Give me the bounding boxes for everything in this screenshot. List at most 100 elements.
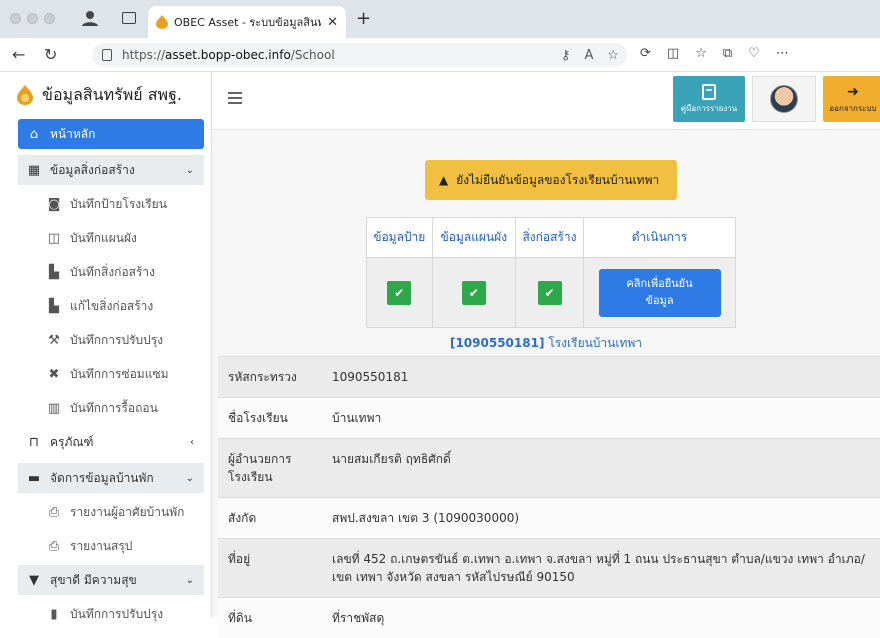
browser-tab-active[interactable]: OBEC Asset - ระบบข้อมูลสินทรัพ ✕ [148,6,346,38]
info-value: ที่ราชพัสดุ [322,598,880,638]
info-key: สังกัด [218,498,322,539]
sidebar-item-label: แก้ไขสิ่งก่อสร้าง [70,297,153,316]
tools-icon: ✖ [46,367,62,382]
sidebar-item-label: จัดการข้อมูลบ้านพัก [50,469,154,488]
maximize-window-button[interactable] [44,13,55,24]
table-row: ชื่อโรงเรียน บ้านเทพา [218,398,880,439]
school-info-table: รหัสกระทรวง 1090550181 ชื่อโรงเรียน บ้าน… [218,356,880,638]
address-bar[interactable]: https://asset.bopp-obec.info/School ⚷ A … [92,43,627,67]
collections-icon[interactable]: ⧉ [723,46,732,61]
chevron-down-icon: ⌄ [186,473,194,484]
info-key: ที่อยู่ [218,539,322,598]
sidebar-item-repair[interactable]: ✖ บันทึกการซ่อมแซม [38,359,204,389]
camera-icon: ◙ [46,197,62,212]
sidebar-item-label: ข้อมูลสิ่งก่อสร้าง [50,161,135,180]
chair-icon: ⊓ [26,435,42,450]
sidebar-item-toilet-improvement[interactable]: ▮ บันทึกการปรับปรุง [38,599,204,629]
sidebar-item-resident-report[interactable]: ⎙ รายงานผู้อาศัยบ้านพัก [38,497,204,527]
building-data-check-icon[interactable]: ✔ [538,281,562,305]
sidebar-item-equipment[interactable]: ⊓ ครุภัณฑ์ ‹ [18,427,204,457]
map-icon: ◫ [46,231,62,246]
new-tab-button[interactable]: + [356,8,371,29]
table-row: สังกัด สพป.สงขลา เขต 3 (1090030000) [218,498,880,539]
sidebar-item-label: ครุภัณฑ์ [50,433,93,452]
school-caption-name: โรงเรียนบ้านเทพา [548,336,642,350]
tab-title: OBEC Asset - ระบบข้อมูลสินทรัพ [174,13,321,31]
tab-actions-icon[interactable] [122,12,136,24]
tab-close-icon[interactable]: ✕ [327,15,338,30]
extensions-icon[interactable]: ♡ [748,46,760,61]
table-row: ที่ดิน ที่ราชพัสดุ [218,598,880,638]
info-key: ที่ดิน [218,598,322,638]
hamburger-menu-icon[interactable] [228,92,242,107]
info-value: นายสมเกียรติ ฤทธิศักดิ์ [322,439,880,498]
info-value: บ้านเทพา [322,398,880,439]
reload-icon[interactable]: ↻ [44,45,57,64]
avatar [770,85,798,113]
info-key: รหัสกระทรวง [218,357,322,398]
sidebar-item-record-building[interactable]: ▙ บันทึกสิ่งก่อสร้าง [38,257,204,287]
sidebar-item-housing[interactable]: ▬ จัดการข้อมูลบ้านพัก ⌄ [18,463,204,493]
sidebar-item-buildings[interactable]: ▦ ข้อมูลสิ่งก่อสร้าง ⌄ [18,155,204,185]
site-favicon-icon [156,15,168,29]
user-profile-button[interactable] [752,76,816,122]
sidebar-item-label: รายงานผู้อาศัยบ้านพัก [70,503,184,522]
sidebar-item-label: บันทึกป้ายโรงเรียน [70,195,167,214]
sidebar-item-label: รายงานสรุป [70,537,132,556]
close-window-button[interactable] [10,13,21,24]
sidebar-item-demolition[interactable]: ▥ บันทึกการรื้อถอน [38,393,204,423]
sidebar-item-school-sign[interactable]: ◙ บันทึกป้ายโรงเรียน [38,189,204,219]
info-value: 1090550181 [322,357,880,398]
chevron-left-icon: ‹ [190,437,194,448]
brand[interactable]: ข้อมูลสินทรัพย์ สพฐ. [0,72,211,118]
url-prefix: https:// [122,48,165,62]
sidebar-item-label: บันทึกการรื้อถอน [70,399,158,418]
info-key: ชื่อโรงเรียน [218,398,322,439]
sidebar-item-layout-plan[interactable]: ◫ บันทึกแผนผัง [38,223,204,253]
key-icon[interactable]: ⚷ [561,48,571,63]
sidebar-item-home[interactable]: ⌂ หน้าหลัก [18,119,204,149]
confirm-data-button[interactable]: คลิกเพื่อยืนยัน ข้อมูล [599,269,721,317]
hammer-icon: ⚒ [46,333,62,348]
split-screen-icon[interactable]: ◫ [667,46,679,61]
more-menu-icon[interactable]: ⋯ [776,46,789,61]
chevron-down-icon: ⌄ [186,165,194,176]
brand-title: ข้อมูลสินทรัพย์ สพฐ. [42,83,182,108]
manual-button[interactable]: คู่มือการรายงาน [673,76,745,122]
sidebar-item-improvement[interactable]: ⚒ บันทึกการปรับปรุง [38,325,204,355]
bed-icon: ▬ [26,471,42,486]
info-value: สพป.สงขลา เขต 3 (1090030000) [322,498,880,539]
window-controls [10,13,55,24]
plan-data-check-icon[interactable]: ✔ [462,281,486,305]
sidebar: ข้อมูลสินทรัพย์ สพฐ. ⌂ หน้าหลัก ▦ ข้อมูล… [0,72,212,617]
print-icon: ⎙ [46,505,62,520]
sign-data-check-icon[interactable]: ✔ [387,281,411,305]
sidebar-item-toilet-project[interactable]: ▼ สุขาดี มีความสุข ⌄ [18,565,204,595]
wrench-icon: ▮ [46,607,62,622]
sidebar-item-summary-report[interactable]: ⎙ รายงานสรุป [38,531,204,561]
school-caption: [1090550181] โรงเรียนบ้านเทพา [212,334,880,353]
logout-button[interactable]: ➜ ออกจากระบบ [823,76,880,122]
sidebar-item-label: บันทึกสิ่งก่อสร้าง [70,263,155,282]
table-row: ผู้อำนวยการโรงเรียน นายสมเกียรติ ฤทธิศัก… [218,439,880,498]
book-icon [702,84,716,100]
info-value: เลขที่ 452 ถ.เกษตรขันธ์ ต.เทพา อ.เทพา จ.… [322,539,880,598]
url-host: asset.bopp-obec.info [165,48,291,62]
warning-icon: ▲ [439,173,448,187]
sidebar-item-label: บันทึกการปรับปรุง [70,605,163,624]
info-key: ผู้อำนวยการโรงเรียน [218,439,322,498]
top-navbar: คู่มือการรายงาน ➜ ออกจากระบบ [212,72,880,130]
read-aloud-icon[interactable]: A [584,48,593,63]
back-icon[interactable]: ← [12,45,25,64]
sidebar-item-edit-building[interactable]: ▙ แก้ไขสิ่งก่อสร้าง [38,291,204,321]
browser-profile-icon[interactable] [80,8,100,28]
sidebar-item-label: หน้าหลัก [50,125,95,144]
favorite-star-icon[interactable]: ☆ [607,48,619,63]
sidebar-item-label: บันทึกแผนผัง [70,229,137,248]
favorites-icon[interactable]: ☆ [695,46,707,61]
print-icon: ⎙ [46,539,62,554]
minimize-window-button[interactable] [27,13,38,24]
logout-button-label: ออกจากระบบ [829,102,876,115]
confirm-button-line1: คลิกเพื่อยืนยัน [626,277,692,290]
refresh-extension-icon[interactable]: ⟳ [640,46,651,61]
